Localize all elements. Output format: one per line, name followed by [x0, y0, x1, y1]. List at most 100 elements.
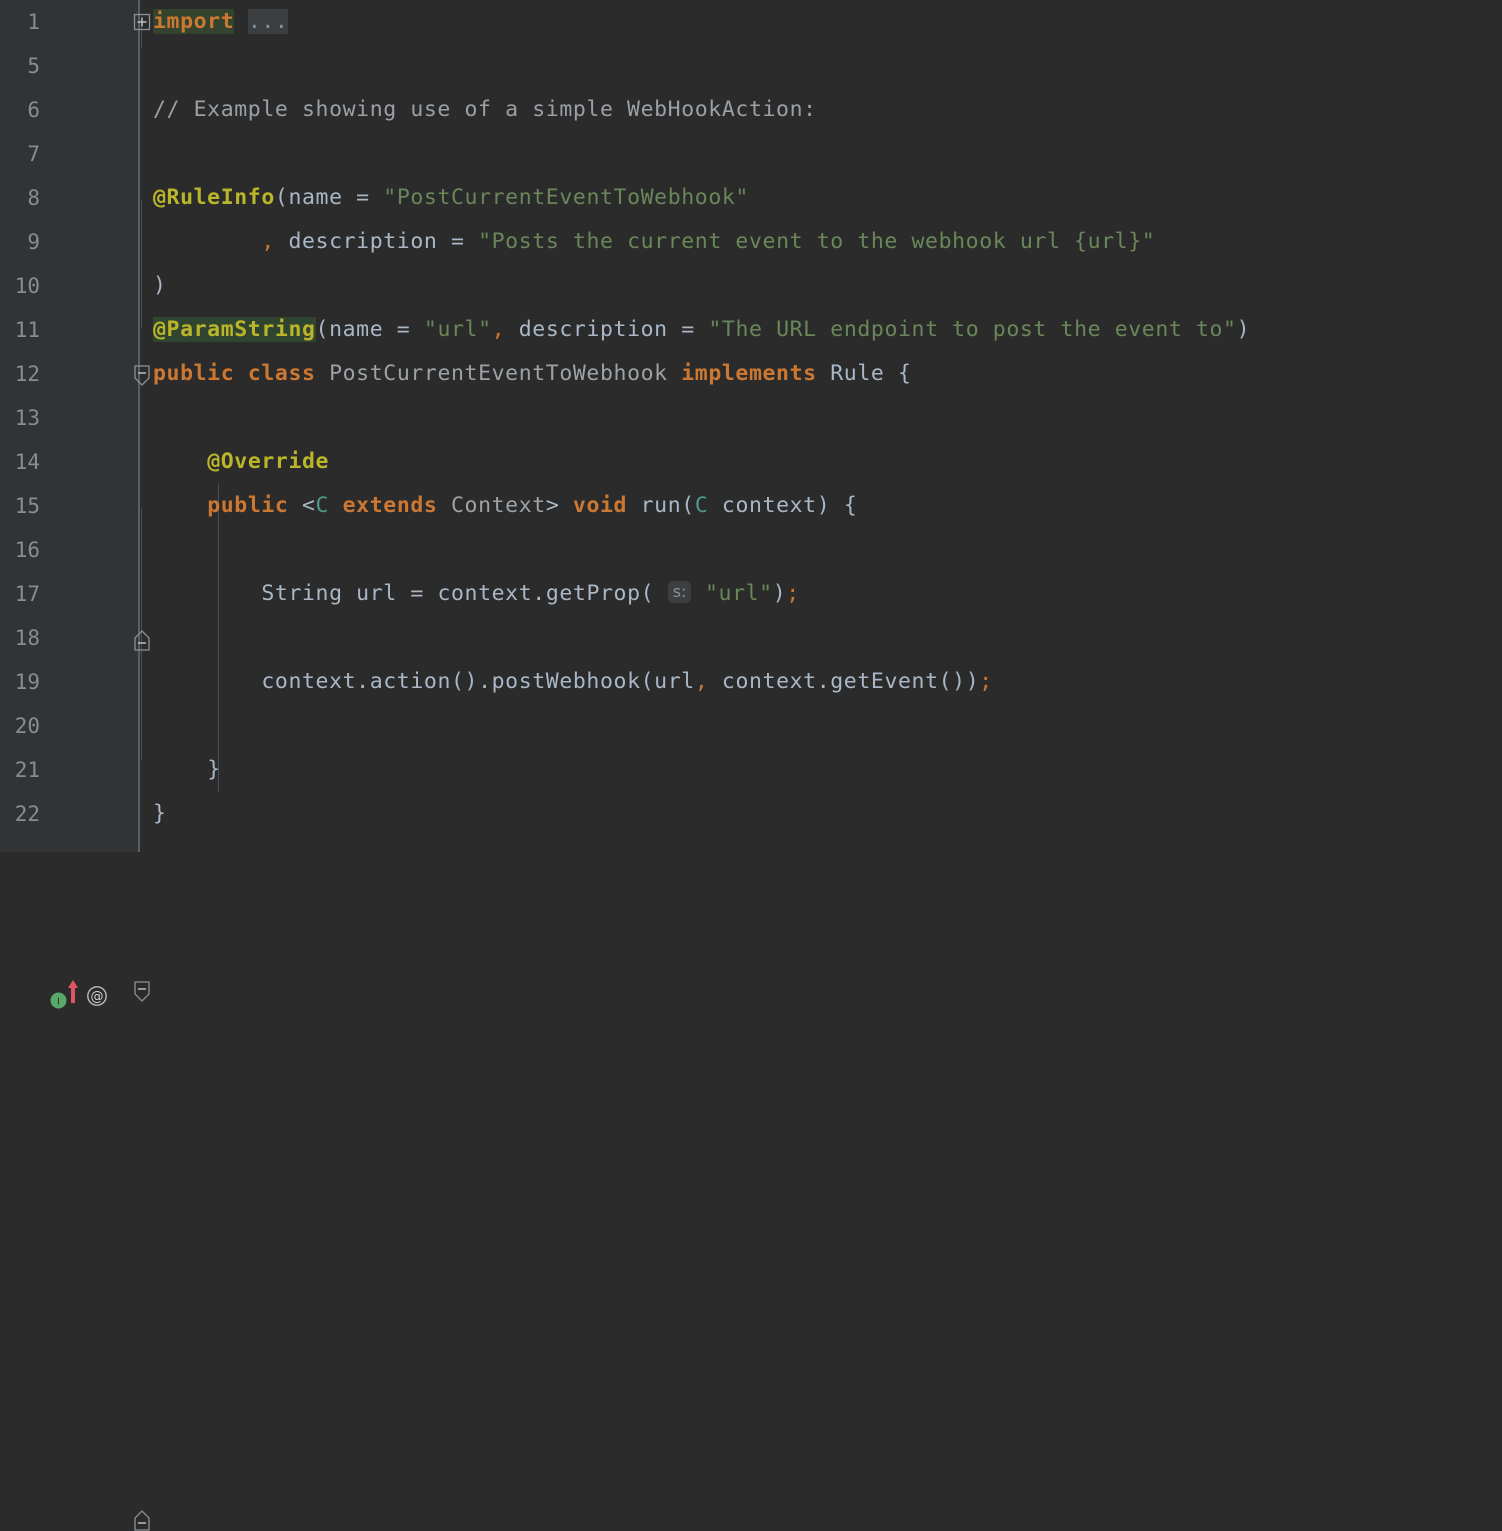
token-op: ; — [979, 669, 993, 694]
token-pun: ( — [641, 581, 655, 606]
line-number: 10 — [0, 264, 40, 308]
code-line[interactable]: 13 — [0, 396, 1502, 440]
line-number: 22 — [0, 792, 40, 836]
token-op: ; — [786, 581, 800, 606]
fold-collapse-end-icon[interactable] — [133, 1509, 151, 1527]
token-plain — [275, 229, 289, 254]
fold-expand-icon[interactable] — [133, 13, 151, 31]
code-line[interactable]: 14 @Override — [0, 440, 1502, 484]
code-line-text[interactable]: } — [153, 748, 221, 792]
code-line[interactable]: 8 @RuleInfo(name = "PostCurrentEventToWeb… — [0, 176, 1502, 220]
token-ident: description — [288, 229, 437, 254]
code-line[interactable]: 17 String url = context.getProp( s: "url… — [0, 572, 1502, 616]
code-line[interactable]: 20 — [0, 704, 1502, 748]
token-ident: Rule — [830, 361, 884, 386]
code-editor[interactable]: 1import ...56// Example showing use of a… — [0, 0, 1502, 852]
code-line[interactable]: 5 — [0, 44, 1502, 88]
token-pun: ) — [1237, 317, 1251, 342]
code-line[interactable]: 6// Example showing use of a simple WebH… — [0, 88, 1502, 132]
token-plain — [668, 361, 682, 386]
code-line-text[interactable]: public <C extends Context> void run(C co… — [153, 484, 857, 528]
token-pun: ) — [817, 493, 831, 518]
folded-import-placeholder: ... — [248, 9, 289, 34]
code-line[interactable]: 19 context.action().postWebhook(url, con… — [0, 660, 1502, 704]
token-pun: ) — [153, 273, 167, 298]
token-typ: C — [695, 493, 709, 518]
line-number: 16 — [0, 528, 40, 572]
code-line[interactable]: 18 — [0, 616, 1502, 660]
code-line-text[interactable]: import ... — [153, 0, 288, 44]
token-plain — [288, 493, 302, 518]
fold-collapse-icon[interactable] — [133, 981, 151, 999]
line-number: 7 — [0, 132, 40, 176]
token-plain — [708, 493, 722, 518]
code-line-text[interactable]: } — [153, 792, 167, 836]
inline-parameter-hint: s: — [668, 581, 692, 603]
token-plain — [234, 9, 248, 34]
token-plain — [329, 493, 343, 518]
token-plain — [654, 581, 668, 606]
token-cls: PostCurrentEventToWebhook — [329, 361, 668, 386]
token-pun: = — [397, 581, 438, 606]
token-kw: extends — [343, 493, 438, 518]
code-line-text[interactable]: ) — [153, 264, 167, 308]
token-mth: getEvent — [830, 669, 938, 694]
code-line-text[interactable]: context.action().postWebhook(url, contex… — [153, 660, 993, 704]
token-plain — [316, 361, 330, 386]
line-number: 13 — [0, 396, 40, 440]
token-pun: () — [451, 669, 478, 694]
line-number: 8 — [0, 176, 40, 220]
token-mth: postWebhook — [492, 669, 641, 694]
token-ident: url — [654, 669, 695, 694]
token-plain — [153, 581, 261, 606]
implements-marker-icon[interactable]: I — [50, 982, 67, 999]
code-line-text[interactable]: @RuleInfo(name = "PostCurrentEventToWebh… — [153, 176, 749, 220]
token-pun: . — [478, 669, 492, 694]
token-str: "Posts the current event to the webhook … — [478, 229, 1155, 254]
code-line[interactable]: 11@ParamString(name = "url", description… — [0, 308, 1502, 352]
token-kw: class — [248, 361, 316, 386]
code-line[interactable]: 12 public class PostCurrentEventToWebhook… — [0, 352, 1502, 396]
line-number: 12 — [0, 352, 40, 396]
token-pun: { — [898, 361, 912, 386]
token-pun: . — [532, 581, 546, 606]
code-line[interactable]: 21 } — [0, 748, 1502, 792]
code-line[interactable]: 16 — [0, 528, 1502, 572]
token-kw: implements — [681, 361, 816, 386]
code-line-text[interactable]: @ParamString(name = "url", description =… — [153, 308, 1250, 352]
token-plain — [343, 581, 357, 606]
code-line-text[interactable]: // Example showing use of a simple WebHo… — [153, 88, 817, 132]
code-line-text[interactable]: @Override — [153, 440, 329, 484]
code-line-text[interactable]: , description = "Posts the current event… — [153, 220, 1155, 264]
token-mth: run — [641, 493, 682, 518]
token-ident: String — [261, 581, 342, 606]
line-number: 17 — [0, 572, 40, 616]
code-line-text[interactable]: public class PostCurrentEventToWebhook i… — [153, 352, 912, 396]
code-line[interactable]: 10) — [0, 264, 1502, 308]
token-pun: } — [153, 801, 167, 826]
token-ident: context — [722, 493, 817, 518]
svg-text:@: @ — [91, 990, 104, 1005]
code-line[interactable]: 7 — [0, 132, 1502, 176]
code-line[interactable]: 22} — [0, 792, 1502, 836]
token-ann: @ParamString — [153, 317, 316, 342]
code-line-text[interactable]: String url = context.getProp( s: "url"); — [153, 572, 800, 616]
token-cmt: // Example showing use of a simple WebHo… — [153, 97, 817, 122]
token-ann: @Override — [207, 449, 329, 474]
token-ident: context — [261, 669, 356, 694]
token-pun: { — [844, 493, 858, 518]
code-line[interactable]: 1import ... — [0, 0, 1502, 44]
line-number: 18 — [0, 616, 40, 660]
token-kw: public — [153, 361, 234, 386]
override-arrow-icon[interactable] — [66, 977, 80, 1003]
annotation-at-icon[interactable]: @ — [86, 980, 108, 1002]
line-number: 14 — [0, 440, 40, 484]
token-str: "The URL endpoint to post the event to" — [708, 317, 1236, 342]
token-pun: = — [383, 317, 424, 342]
svg-text:I: I — [57, 997, 60, 1008]
token-plain — [153, 229, 261, 254]
code-line[interactable]: 9 , description = "Posts the current eve… — [0, 220, 1502, 264]
token-pun: . — [356, 669, 370, 694]
code-line[interactable]: 15I@ public <C extends Context> void run… — [0, 484, 1502, 528]
token-typ: C — [316, 493, 330, 518]
